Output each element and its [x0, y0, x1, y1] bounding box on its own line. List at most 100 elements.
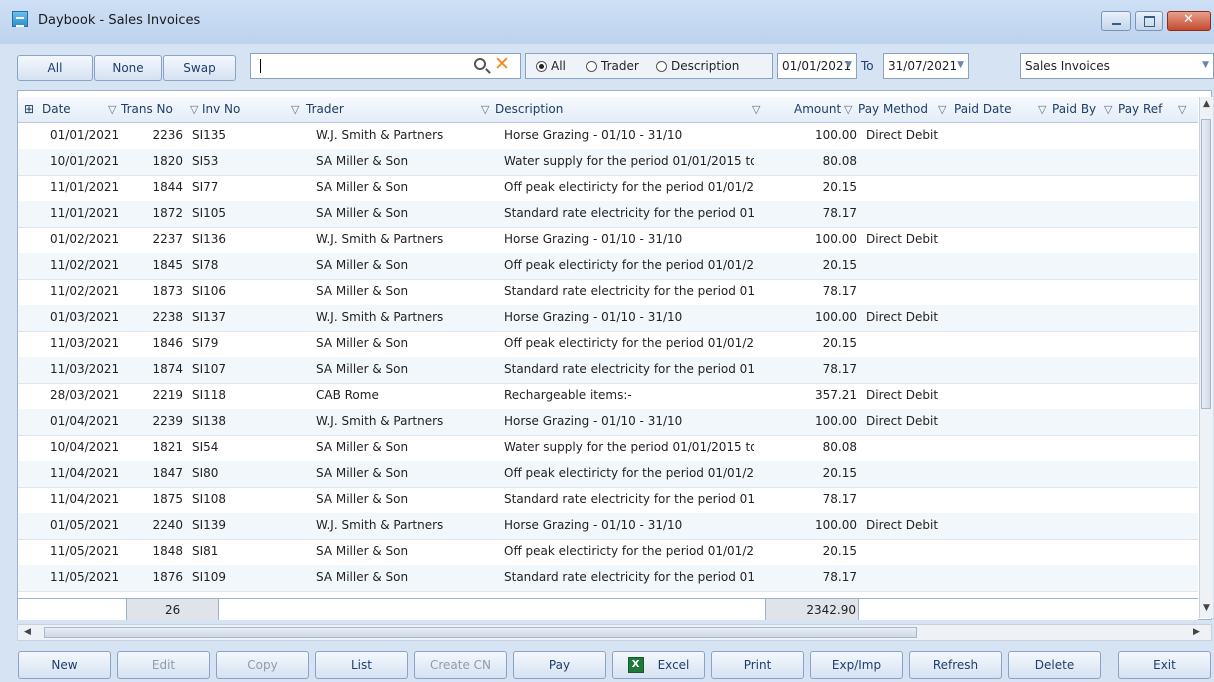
- radio-all-label: All: [551, 59, 566, 73]
- radio-trader[interactable]: Trader: [586, 59, 639, 73]
- filter-icon[interactable]: ▽: [481, 103, 489, 116]
- table-cell: 1844: [152, 180, 183, 194]
- minimize-button[interactable]: [1101, 11, 1131, 31]
- select-none-button[interactable]: None: [94, 55, 162, 81]
- swap-button[interactable]: Swap: [163, 55, 236, 81]
- table-row[interactable]: 01/04/2021 2239 SI138 W.J. Smith & Partners…: [18, 409, 1198, 436]
- scroll-up-icon[interactable]: ▲: [1203, 99, 1210, 109]
- column-header-paid-by[interactable]: Paid By: [1052, 102, 1096, 116]
- filter-icon[interactable]: ▽: [108, 103, 116, 116]
- scroll-right-icon[interactable]: ▶: [1193, 627, 1200, 637]
- refresh-button[interactable]: Refresh: [909, 651, 1002, 679]
- document-type-select[interactable]: Sales Invoices ▼: [1020, 53, 1214, 79]
- print-button[interactable]: Print: [711, 651, 804, 679]
- scroll-left-icon[interactable]: ◀: [24, 627, 31, 637]
- select-all-button[interactable]: All: [17, 55, 93, 81]
- table-cell: 01/03/2021: [50, 310, 120, 324]
- filter-icon[interactable]: ▽: [844, 103, 852, 116]
- column-header-paid-date[interactable]: Paid Date: [954, 102, 1012, 116]
- table-row[interactable]: 11/04/2021 1847 SI80 SA Miller & Son Off pea…: [18, 461, 1198, 488]
- table-row[interactable]: 11/02/2021 1845 SI78 SA Miller & Son Off pea…: [18, 253, 1198, 280]
- table-cell: 11/05/2021: [50, 544, 120, 558]
- column-header-description[interactable]: Description: [495, 102, 563, 116]
- create-credit-note-button[interactable]: Create CN: [414, 651, 507, 679]
- table-row[interactable]: 11/01/2021 1844 SI77 SA Miller & Son Off pea…: [18, 175, 1198, 202]
- table-cell: Off peak electiricty for the period 01/0…: [504, 466, 754, 480]
- table-cell: 11/02/2021: [50, 258, 120, 272]
- column-header-trader[interactable]: Trader: [306, 102, 344, 116]
- vertical-scrollbar[interactable]: ▲ ▼: [1199, 97, 1213, 618]
- table-row[interactable]: 11/02/2021 1873 SI106 SA Miller & Son Standa…: [18, 279, 1198, 306]
- pay-button[interactable]: Pay: [513, 651, 606, 679]
- table-cell: 80.08: [822, 154, 857, 168]
- filter-icon[interactable]: ▽: [1038, 103, 1046, 116]
- table-row[interactable]: 11/05/2021 1848 SI81 SA Miller & Son Off pea…: [18, 539, 1198, 566]
- table-row[interactable]: 28/03/2021 2219 SI118 CAB Rome Rechargeable …: [18, 383, 1198, 410]
- date-to-picker[interactable]: 31/07/2021 ▼: [883, 53, 969, 79]
- exit-button[interactable]: Exit: [1118, 651, 1211, 679]
- table-row[interactable]: 11/04/2021 1875 SI108 SA Miller & Son Standa…: [18, 487, 1198, 514]
- table-cell: 01/02/2021: [50, 232, 120, 246]
- column-header-inv-no[interactable]: Inv No: [202, 102, 240, 116]
- copy-button[interactable]: Copy: [216, 651, 309, 679]
- close-button[interactable]: [1167, 11, 1211, 31]
- filter-icon[interactable]: ▽: [938, 103, 946, 116]
- filter-icon[interactable]: ▽: [752, 103, 760, 116]
- table-row[interactable]: 01/05/2021 2240 SI139 W.J. Smith & Partners…: [18, 513, 1198, 540]
- table-row[interactable]: 01/02/2021 2237 SI136 W.J. Smith & Partners…: [18, 227, 1198, 254]
- column-header-trans-no[interactable]: Trans No: [121, 102, 173, 116]
- table-cell: SI81: [192, 544, 219, 558]
- delete-button[interactable]: Delete: [1008, 651, 1101, 679]
- table-row[interactable]: 10/04/2021 1821 SI54 SA Miller & Son Water s…: [18, 435, 1198, 462]
- clear-search-icon[interactable]: ✕: [494, 53, 510, 75]
- chevron-down-icon[interactable]: ▼: [957, 60, 964, 70]
- horizontal-scroll-thumb[interactable]: [44, 627, 917, 638]
- date-from-picker[interactable]: 01/01/2021 ▼: [777, 53, 857, 79]
- filter-icon[interactable]: ▽: [291, 103, 299, 116]
- search-input[interactable]: ✕: [250, 53, 521, 79]
- table-cell: Horse Grazing - 01/10 - 31/10: [504, 518, 683, 532]
- radio-all[interactable]: All: [536, 59, 566, 73]
- table-row[interactable]: 11/01/2021 1872 SI105 SA Miller & Son Standa…: [18, 201, 1198, 228]
- table-cell: 78.17: [822, 206, 857, 220]
- column-header-pay-method[interactable]: Pay Method: [858, 102, 928, 116]
- column-header-date[interactable]: Date: [42, 102, 71, 116]
- table-cell: W.J. Smith & Partners: [316, 414, 444, 428]
- radio-description[interactable]: Description: [656, 59, 739, 73]
- table-cell: SI77: [192, 180, 219, 194]
- edit-button[interactable]: Edit: [117, 651, 210, 679]
- filter-icon[interactable]: ▽: [1104, 103, 1112, 116]
- table-cell: Water supply for the period 01/01/2015 t…: [504, 440, 754, 454]
- column-header-pay-ref[interactable]: Pay Ref: [1118, 102, 1162, 116]
- table-cell: 1873: [152, 284, 183, 298]
- table-cell: 10/01/2021: [50, 154, 120, 168]
- excel-button[interactable]: X Excel: [612, 651, 705, 679]
- search-icon[interactable]: [474, 58, 486, 70]
- table-row[interactable]: 11/03/2021 1846 SI79 SA Miller & Son Off pea…: [18, 331, 1198, 358]
- table-row[interactable]: 11/03/2021 1874 SI107 SA Miller & Son Standa…: [18, 357, 1198, 384]
- new-button[interactable]: New: [18, 651, 111, 679]
- chevron-down-icon[interactable]: ▼: [845, 60, 852, 70]
- table-row[interactable]: 01/03/2021 2238 SI137 W.J. Smith & Partners…: [18, 305, 1198, 332]
- column-chooser-icon[interactable]: ⊞: [24, 102, 34, 116]
- export-import-button[interactable]: Exp/Imp: [810, 651, 903, 679]
- horizontal-scrollbar[interactable]: ◀ ▶: [17, 624, 1212, 641]
- table-cell: 01/01/2021: [50, 128, 120, 142]
- table-row[interactable]: 10/01/2021 1820 SI53 SA Miller & Son Water s…: [18, 149, 1198, 176]
- table-cell: SI109: [192, 570, 227, 584]
- table-cell: Horse Grazing - 01/10 - 31/10: [504, 310, 683, 324]
- totals-row: 26 2342.90: [18, 598, 1198, 620]
- list-button[interactable]: List: [315, 651, 408, 679]
- maximize-button[interactable]: [1135, 11, 1163, 31]
- filter-icon[interactable]: ▽: [190, 103, 198, 116]
- vertical-scroll-thumb[interactable]: [1201, 119, 1211, 409]
- table-cell: 80.08: [822, 440, 857, 454]
- table-row[interactable]: 01/01/2021 2236 SI135 W.J. Smith & Partners…: [18, 123, 1198, 150]
- column-header-amount[interactable]: Amount: [794, 102, 841, 116]
- document-type-value: Sales Invoices: [1025, 59, 1110, 73]
- table-row[interactable]: 11/05/2021 1876 SI109 SA Miller & Son Standa…: [18, 565, 1198, 592]
- table-cell: 78.17: [822, 492, 857, 506]
- filter-icon[interactable]: ▽: [1178, 103, 1186, 116]
- scroll-down-icon[interactable]: ▼: [1203, 603, 1210, 613]
- chevron-down-icon[interactable]: ▼: [1202, 60, 1209, 70]
